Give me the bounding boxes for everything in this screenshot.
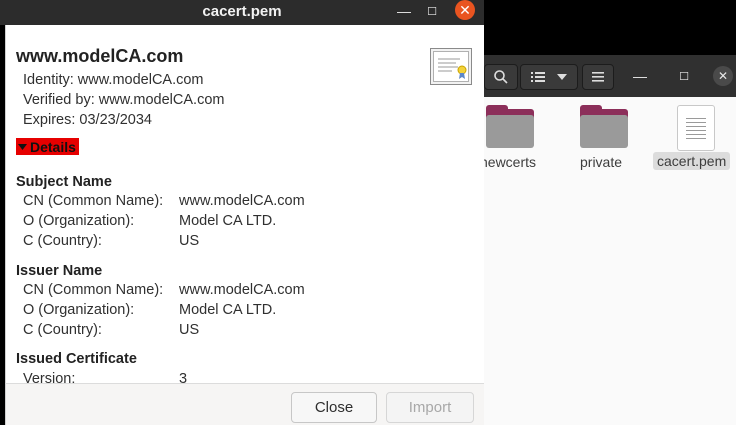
maximize-icon: ☐ — [679, 70, 689, 83]
file-manager-window: — ☐ ✕ newcerts private cacert.pem — [480, 55, 736, 425]
file-label-cacert[interactable]: cacert.pem — [653, 152, 731, 170]
field-label: C (Country): — [23, 322, 102, 338]
fm-maximize-button[interactable]: ☐ — [673, 65, 695, 87]
view-toggle-button[interactable] — [520, 64, 578, 90]
file-label-newcerts[interactable]: newcerts — [480, 154, 536, 170]
field-label: CN (Common Name): — [23, 193, 164, 209]
field-label: CN (Common Name): — [23, 282, 164, 298]
file-grid: newcerts private cacert.pem — [480, 97, 736, 425]
certificate-viewer: www.modelCA.com Identity: www.modelCA.co… — [5, 25, 484, 390]
subject-name-heading: Subject Name — [16, 174, 112, 190]
issuer-name-heading: Issuer Name — [16, 263, 103, 279]
close-icon: ✕ — [717, 69, 729, 83]
field-value: US — [179, 233, 200, 249]
certificate-name: www.modelCA.com — [16, 46, 184, 66]
chevron-down-icon — [557, 74, 567, 80]
details-expander[interactable]: Details — [16, 138, 79, 155]
issued-certificate-heading: Issued Certificate — [16, 351, 137, 367]
field-value: Model CA LTD. — [179, 302, 277, 318]
fm-minimize-button[interactable]: — — [629, 65, 651, 87]
list-view-icon — [531, 72, 545, 82]
folder-icon[interactable] — [484, 105, 540, 151]
file-label-private[interactable]: private — [580, 154, 622, 170]
triangle-down-icon — [18, 143, 27, 150]
close-button[interactable]: Close — [291, 392, 377, 423]
expires-text: Expires: 03/23/2034 — [23, 112, 152, 128]
field-value: US — [179, 322, 200, 338]
dialog-button-bar: Close Import — [5, 383, 484, 425]
field-value: Model CA LTD. — [179, 213, 277, 229]
verified-by-text: Verified by: www.modelCA.com — [23, 92, 225, 108]
folder-icon[interactable] — [578, 105, 634, 151]
dialog-minimize-button[interactable]: — — [393, 0, 415, 22]
field-value: www.modelCA.com — [179, 193, 305, 209]
search-button[interactable] — [484, 64, 518, 90]
minimize-icon: — — [633, 68, 647, 84]
hamburger-icon — [592, 72, 604, 82]
text-file-icon[interactable] — [677, 105, 715, 151]
file-manager-headerbar: — ☐ ✕ — [484, 55, 736, 97]
menu-button[interactable] — [582, 64, 614, 90]
close-icon: ✕ — [459, 1, 471, 18]
maximize-icon: ☐ — [427, 5, 437, 18]
minimize-icon: — — [397, 3, 411, 19]
certificate-icon — [430, 48, 472, 85]
field-value: www.modelCA.com — [179, 282, 305, 298]
dialog-maximize-button[interactable]: ☐ — [421, 0, 443, 22]
details-label: Details — [30, 138, 76, 155]
field-label: O (Organization): — [23, 213, 135, 229]
identity-text: Identity: www.modelCA.com — [23, 72, 204, 88]
dialog-titlebar[interactable]: cacert.pem — ☐ ✕ — [0, 0, 484, 25]
field-label: O (Organization): — [23, 302, 135, 318]
fm-close-button[interactable]: ✕ — [713, 66, 733, 86]
search-icon — [494, 70, 508, 84]
dialog-close-button[interactable]: ✕ — [455, 0, 475, 20]
import-button[interactable]: Import — [386, 392, 474, 423]
field-label: C (Country): — [23, 233, 102, 249]
